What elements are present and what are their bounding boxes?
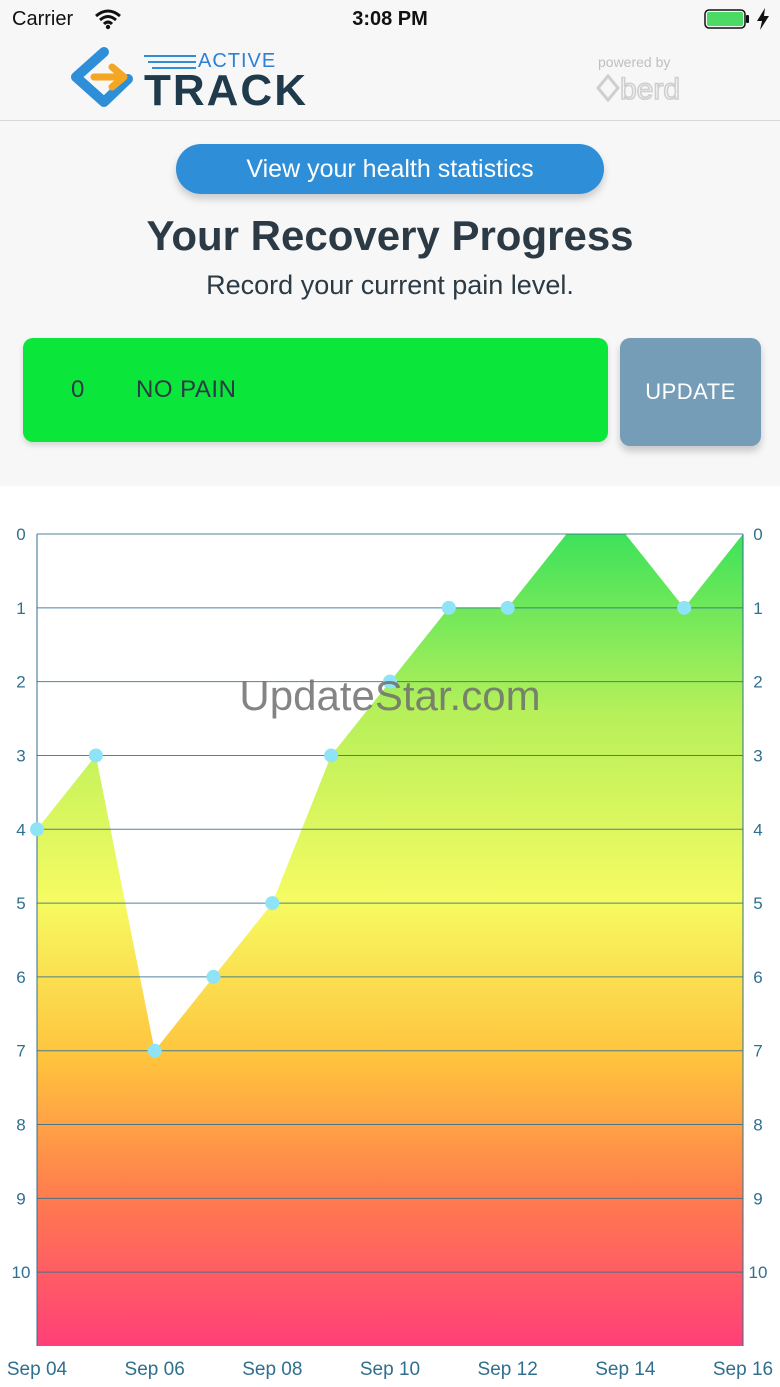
data-point — [383, 674, 397, 689]
y-tick-label-left: 1 — [16, 599, 25, 618]
pain-level-value: 0 — [71, 376, 85, 403]
y-tick-label-left: 0 — [16, 525, 25, 544]
powered-by-label: powered by — [598, 54, 671, 70]
y-tick-label-right: 0 — [753, 525, 762, 544]
oberd-logo: berd — [596, 72, 681, 104]
y-tick-label-left: 7 — [16, 1042, 25, 1061]
pain-history-chart: 0 0 1 1 2 2 3 3 4 4 5 5 6 6 7 7 8 8 9 9 10 10 Sep 04 Sep 06 Sep … — [0, 486, 780, 1387]
x-tick-label: Sep 08 — [242, 1359, 302, 1380]
status-bar: Carrier 3:08 PM — [0, 0, 780, 40]
y-tick-label-left: 3 — [16, 746, 25, 765]
x-tick-label: Sep 16 — [713, 1359, 773, 1380]
svg-text:berd: berd — [620, 73, 680, 104]
data-point — [30, 822, 44, 837]
data-point — [324, 748, 339, 763]
view-health-statistics-button[interactable]: View your health statistics — [176, 144, 604, 194]
x-tick-label: Sep 04 — [7, 1359, 68, 1380]
data-point — [88, 748, 103, 763]
pain-level-selector[interactable]: 0 NO PAIN — [23, 338, 608, 442]
y-tick-label-right: 2 — [753, 673, 762, 692]
y-tick-label-left: 10 — [12, 1263, 31, 1282]
y-tick-label-right: 6 — [753, 968, 762, 987]
update-button[interactable]: UPDATE — [620, 338, 761, 446]
app-header: ACTIVE TRACK powered by berd — [0, 40, 780, 121]
data-point — [500, 600, 515, 615]
data-point — [147, 1043, 162, 1058]
y-tick-label-right: 9 — [753, 1189, 762, 1208]
y-tick-label-left: 8 — [16, 1116, 25, 1135]
y-tick-label-right: 7 — [753, 1042, 762, 1061]
battery-icon — [704, 9, 749, 29]
clock: 3:08 PM — [352, 8, 428, 30]
y-tick-label-right: 1 — [753, 599, 762, 618]
data-point — [206, 969, 221, 984]
y-tick-label-left: 2 — [16, 673, 25, 692]
data-point — [677, 600, 692, 615]
x-tick-label: Sep 10 — [360, 1359, 420, 1380]
y-tick-label-left: 9 — [16, 1189, 25, 1208]
y-tick-label-left: 4 — [16, 820, 25, 839]
data-point — [265, 896, 280, 911]
y-tick-label-left: 5 — [16, 894, 25, 913]
y-tick-label-left: 6 — [16, 968, 25, 987]
y-tick-label-right: 3 — [753, 746, 762, 765]
logo-track-text: TRACK — [144, 66, 308, 115]
data-point — [441, 600, 456, 615]
pain-level-label: NO PAIN — [136, 376, 237, 403]
pain-chart-svg: 0 0 1 1 2 2 3 3 4 4 5 5 6 6 7 7 8 8 9 9 10 10 Sep 04 Sep 06 Sep … — [7, 525, 773, 1380]
x-tick-label: Sep 06 — [125, 1359, 185, 1380]
x-tick-label: Sep 14 — [595, 1359, 656, 1380]
x-tick-label: Sep 12 — [478, 1359, 538, 1380]
y-tick-label-right: 8 — [753, 1116, 762, 1135]
page-title: Your Recovery Progress — [146, 212, 634, 259]
y-tick-label-right: 4 — [753, 820, 762, 839]
charging-bolt-icon — [757, 8, 769, 30]
page-subtitle: Record your current pain level. — [206, 270, 574, 300]
pain-area-series — [37, 534, 743, 1346]
y-tick-label-right: 10 — [749, 1263, 768, 1282]
y-tick-label-right: 5 — [753, 894, 762, 913]
